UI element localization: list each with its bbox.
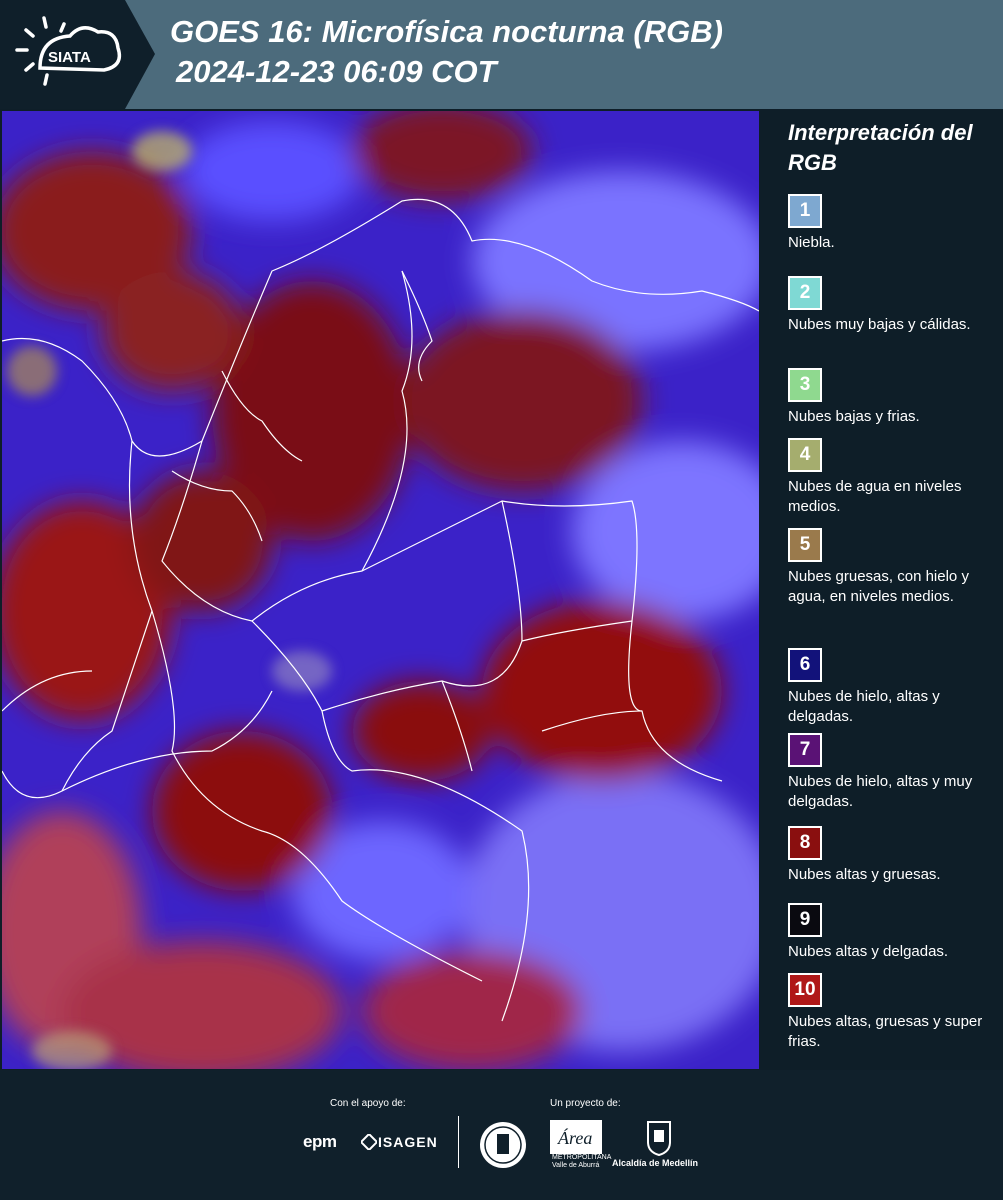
legend-swatch: 6: [788, 648, 822, 682]
legend-label: Nubes bajas y frias.: [788, 408, 920, 425]
legend-swatch: 4: [788, 438, 822, 472]
svg-text:Área: Área: [557, 1127, 592, 1148]
epm-logo: epm: [303, 1132, 337, 1151]
legend-swatch: 8: [788, 826, 822, 860]
legend-item: 3 Nubes bajas y frias.: [788, 368, 998, 427]
area-metropolitana-text: METROPOLITANA Valle de Aburrá: [552, 1154, 611, 1169]
legend-swatch: 7: [788, 733, 822, 767]
logo-arrow-icon: SIATA: [0, 0, 155, 109]
legend-swatch: 10: [788, 973, 822, 1007]
page-title: GOES 16: Microfísica nocturna (RGB): [170, 14, 723, 49]
legend-swatch: 9: [788, 903, 822, 937]
legend-swatch: 1: [788, 194, 822, 228]
legend-swatch: 2: [788, 276, 822, 310]
legend-swatch: 3: [788, 368, 822, 402]
project-label: Un proyecto de:: [550, 1098, 621, 1109]
legend-label: Nubes gruesas, con hielo y agua, en nive…: [788, 568, 969, 605]
logo-text: SIATA: [48, 49, 91, 66]
satellite-rgb-map-icon: [2, 111, 759, 1069]
legend-swatch: 5: [788, 528, 822, 562]
legend-item: 2 Nubes muy bajas y cálidas.: [788, 276, 998, 335]
isagen-mark-icon: [361, 1134, 377, 1150]
legend-item: 6 Nubes de hielo, altas y delgadas.: [788, 648, 998, 727]
siata-logo: SIATA: [0, 0, 155, 109]
legend-label: Nubes altas y gruesas.: [788, 866, 941, 883]
legend-label: Nubes de hielo, altas y muy delgadas.: [788, 773, 973, 810]
header-band: SIATA GOES 16: Microfísica nocturna (RGB…: [0, 0, 1003, 109]
support-label: Con el apoyo de:: [330, 1098, 406, 1109]
legend-item: 1 Niebla.: [788, 194, 998, 253]
legend-label: Niebla.: [788, 234, 835, 251]
isagen-logo: ISAGEN: [378, 1134, 438, 1150]
seal-icon: [480, 1122, 526, 1168]
alcaldia-text: Alcaldía de Medellín: [612, 1158, 699, 1168]
legend-label: Nubes altas, gruesas y super frias.: [788, 1013, 983, 1050]
timestamp-title: 2024-12-23 06:09 COT: [176, 54, 497, 89]
legend-item: 9 Nubes altas y delgadas.: [788, 903, 998, 962]
legend-item: 5 Nubes gruesas, con hielo y agua, en niv…: [788, 528, 998, 607]
legend-label: Nubes altas y delgadas.: [788, 943, 949, 960]
alcaldia-shield-icon: [647, 1121, 671, 1156]
legend-panel: Interpretación del RGB 1 Niebla. 2 Nubes mu…: [776, 118, 998, 1050]
legend-item: 4 Nubes de agua en niveles medios.: [788, 438, 998, 517]
footer-divider: [458, 1116, 459, 1168]
legend-label: Nubes de hielo, altas y delgadas.: [788, 688, 940, 725]
area-metropolitana-logo-icon: Área: [550, 1120, 602, 1154]
footer: Con el apoyo de: Un proyecto de: epm ISA…: [0, 1070, 1003, 1200]
satellite-map[interactable]: [2, 111, 759, 1069]
legend-label: Nubes de agua en niveles medios.: [788, 478, 962, 515]
legend-item: 7 Nubes de hielo, altas y muy delgadas.: [788, 733, 998, 812]
legend-item: 10 Nubes altas, gruesas y super frias.: [788, 973, 998, 1052]
legend-label: Nubes muy bajas y cálidas.: [788, 316, 971, 333]
legend-item: 8 Nubes altas y gruesas.: [788, 826, 998, 885]
legend-title: Interpretación del RGB: [788, 120, 973, 175]
